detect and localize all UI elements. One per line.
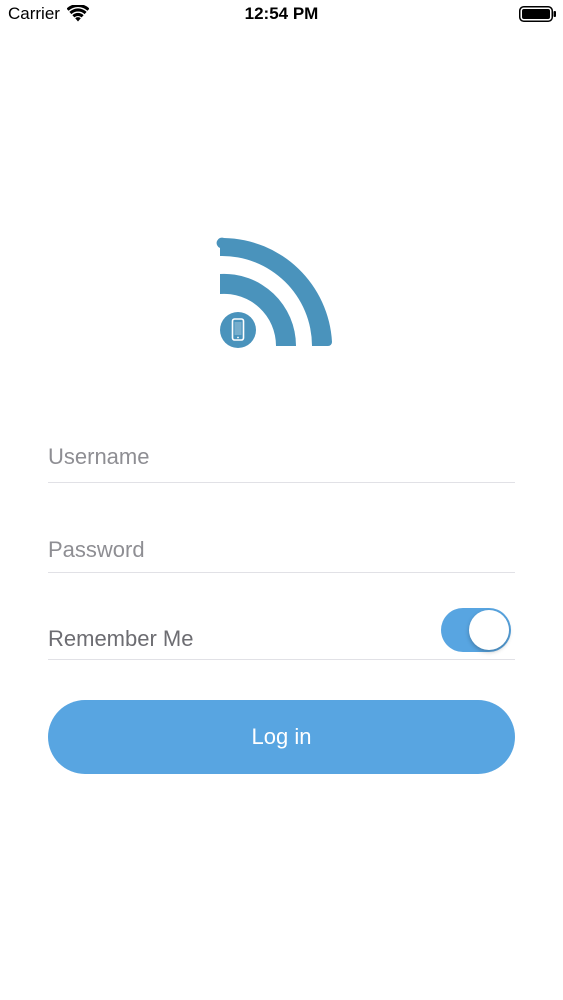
username-input[interactable]	[48, 444, 515, 470]
remember-me-row: Remember Me	[48, 604, 515, 660]
battery-icon	[519, 6, 556, 22]
app-logo-icon	[216, 237, 332, 348]
password-field-container	[48, 537, 515, 573]
status-time: 12:54 PM	[244, 4, 319, 23]
login-button[interactable]: Log in	[48, 700, 515, 774]
status-bar: Carrier 12:54 PM	[0, 0, 563, 30]
username-field-container	[48, 444, 515, 483]
remember-me-toggle[interactable]	[441, 608, 511, 652]
remember-me-label: Remember Me	[48, 626, 194, 651]
toggle-knob	[469, 610, 509, 650]
password-input[interactable]	[48, 537, 515, 563]
